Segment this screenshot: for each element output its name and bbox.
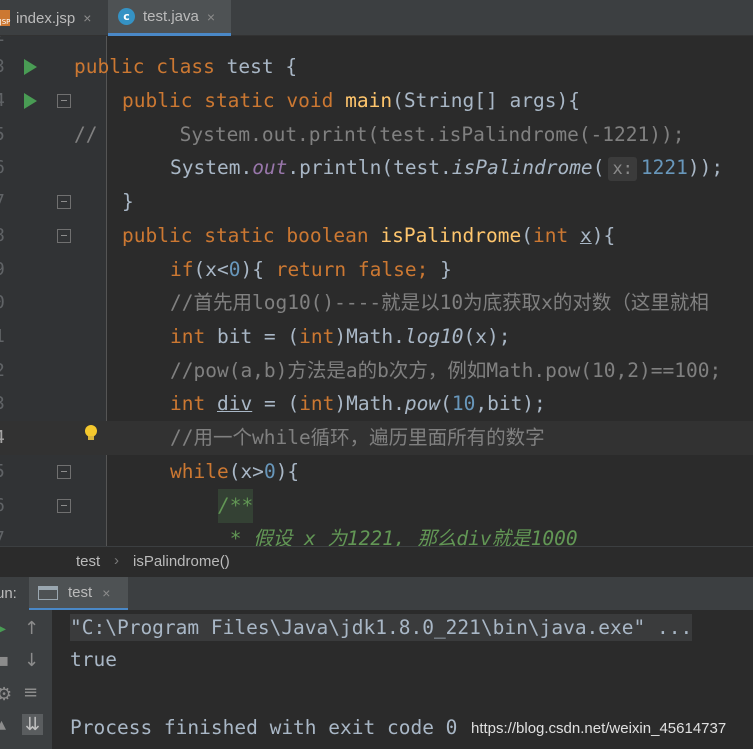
code-text: while(x>0){ — [170, 460, 300, 483]
code-line: 3 public class test { — [0, 50, 753, 84]
code-line: 0 //首先用log10()----就是以10为底获取x的对数（这里就相 — [0, 286, 753, 320]
tab-test-java[interactable]: c test.java × — [108, 0, 231, 36]
line-number: 6 — [0, 489, 5, 523]
line-number: 1 — [0, 320, 5, 354]
code-text: } — [122, 190, 134, 213]
code-line: 8 public static boolean isPalindrome(int… — [0, 219, 753, 253]
fold-end-icon[interactable] — [57, 195, 71, 209]
doc-comment: /** — [218, 489, 254, 523]
console-exit-line: Process finished with exit code 0 — [70, 716, 458, 739]
parameter-hint: x: — [608, 157, 637, 181]
line-number: 6 — [0, 151, 5, 185]
line-number: 7 — [0, 185, 5, 219]
code-line: 5 // System.out.print(test.isPalindrome(… — [0, 118, 753, 152]
code-line: 6 /** — [0, 489, 753, 523]
scroll-to-end-icon[interactable]: ⇊ — [22, 714, 44, 735]
run-tab-test[interactable]: test × — [29, 577, 128, 611]
code-line: 5 while(x>0){ — [0, 455, 753, 489]
code-line: 2 //pow(a,b)方法是a的b次方，例如Math.pow(10,2)==1… — [0, 354, 753, 388]
fold-icon[interactable] — [57, 465, 71, 479]
code-editor[interactable]: 2 3 public class test { 4 public static … — [0, 36, 753, 546]
java-class-icon: c — [118, 8, 135, 25]
line-number: 5 — [0, 455, 5, 489]
soft-wrap-icon[interactable]: ≡ — [23, 682, 38, 703]
code-comment: //pow(a,b)方法是a的b次方，例如Math.pow(10,2)==100… — [170, 359, 722, 382]
tab-index-jsp[interactable]: JSP index.jsp × — [0, 0, 108, 36]
console-icon — [38, 585, 58, 600]
jsp-file-icon: JSP — [0, 10, 10, 26]
stop-icon[interactable]: ▪ — [0, 650, 9, 671]
up-arrow-icon[interactable]: ↑ — [24, 618, 39, 639]
breadcrumb-separator: › — [114, 552, 119, 569]
pin-icon[interactable]: ▴ — [0, 714, 6, 735]
code-line: 4 public static void main(String[] args)… — [0, 84, 753, 118]
code-text: if(x<0){ return false; } — [170, 258, 452, 281]
tab-label: test.java — [143, 8, 199, 25]
run-label: un: — [0, 585, 17, 602]
code-comment: // System.out.print(test.isPalindrome(-1… — [74, 123, 685, 146]
code-line-current: 4 //用一个while循环，遍历里面所有的数字 — [0, 421, 753, 455]
code-comment: //首先用log10()----就是以10为底获取x的对数（这里就相 — [170, 291, 709, 314]
line-number: 5 — [0, 118, 5, 152]
line-number: 4 — [0, 421, 5, 455]
code-text: int bit = (int)Math.log10(x); — [170, 325, 511, 348]
breadcrumb: test › isPalindrome() — [0, 546, 753, 576]
line-number: 4 — [0, 84, 5, 118]
line-number: 7 — [0, 522, 5, 546]
code-line: 3 int div = (int)Math.pow(10,bit); — [0, 387, 753, 421]
editor-tab-bar: JSP index.jsp × c test.java × — [0, 0, 753, 36]
fold-icon[interactable] — [57, 94, 71, 108]
code-text: int div = (int)Math.pow(10,bit); — [170, 392, 546, 415]
line-number: 9 — [0, 253, 5, 287]
run-main-icon[interactable] — [24, 93, 37, 109]
fold-icon[interactable] — [57, 229, 71, 243]
line-number: 3 — [0, 387, 5, 421]
close-icon[interactable]: × — [207, 9, 215, 25]
code-line: 7 } — [0, 185, 753, 219]
code-text: public static boolean isPalindrome(int x… — [122, 224, 616, 247]
code-line: 9 if(x<0){ return false; } — [0, 253, 753, 287]
line-number: 0 — [0, 286, 5, 320]
down-arrow-icon[interactable]: ↓ — [24, 650, 39, 671]
run-console[interactable]: ▸ ↑ ▪ ↓ ⚙ ≡ ▴ ⇊ "C:\Program Files\Java\j… — [0, 610, 753, 749]
console-command-line: "C:\Program Files\Java\jdk1.8.0_221\bin\… — [70, 614, 693, 641]
line-number: 8 — [0, 219, 5, 253]
rerun-icon[interactable]: ▸ — [0, 618, 6, 639]
close-icon[interactable]: × — [83, 10, 91, 26]
run-panel-header: un: test × — [0, 576, 753, 611]
breadcrumb-class[interactable]: test — [76, 553, 100, 570]
breadcrumb-method[interactable]: isPalindrome() — [133, 553, 230, 570]
console-output-line: true — [70, 648, 117, 671]
console-toolbar: ▸ ↑ ▪ ↓ ⚙ ≡ ▴ ⇊ — [0, 610, 52, 749]
close-icon[interactable]: × — [102, 585, 110, 601]
code-text: public class test { — [74, 55, 298, 78]
tab-label: index.jsp — [16, 9, 76, 27]
run-tab-label: test — [68, 584, 93, 601]
line-number: 2 — [0, 354, 5, 388]
code-line: 7 * 假设 x 为1221, 那么div就是1000 — [0, 522, 753, 546]
settings-icon[interactable]: ⚙ — [0, 684, 12, 705]
code-line: 1 int bit = (int)Math.log10(x); — [0, 320, 753, 354]
line-number: 3 — [0, 50, 5, 84]
code-line: 6 System.out.println(test.isPalindrome(x… — [0, 151, 753, 185]
fold-icon[interactable] — [57, 499, 71, 513]
code-text: public static void main(String[] args){ — [122, 89, 580, 112]
lightbulb-icon[interactable] — [85, 425, 97, 441]
run-class-icon[interactable] — [24, 59, 37, 75]
watermark: https://blog.csdn.net/weixin_45614737 — [471, 720, 727, 737]
doc-comment: * 假设 x 为1221, 那么div就是1000 — [218, 527, 578, 546]
code-comment: //用一个while循环，遍历里面所有的数字 — [170, 426, 545, 449]
code-text: System.out.println(test.isPalindrome(x: 1… — [170, 156, 724, 181]
